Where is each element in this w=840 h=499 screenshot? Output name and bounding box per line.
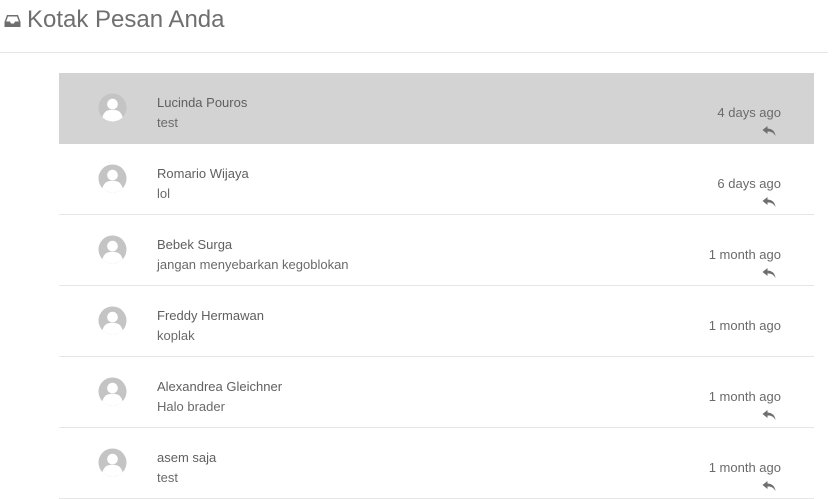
message-preview: test <box>157 115 178 130</box>
message-time: 1 month ago <box>708 460 781 475</box>
page-title: Kotak Pesan Anda <box>27 6 225 33</box>
message-row[interactable]: Alexandrea Gleichner Halo brader 1 month… <box>59 357 814 428</box>
message-sender[interactable]: asem saja <box>157 450 216 466</box>
reply-icon[interactable] <box>762 480 776 492</box>
message-time: 1 month ago <box>708 389 781 404</box>
avatar <box>98 306 127 335</box>
avatar <box>98 448 127 477</box>
message-row[interactable]: Freddy Hermawan koplak 1 month ago <box>59 286 814 357</box>
message-sender[interactable]: Alexandrea Gleichner <box>157 379 282 395</box>
message-row[interactable]: asem saja test 1 month ago <box>59 428 814 499</box>
avatar <box>98 235 127 264</box>
message-preview: lol <box>157 186 171 201</box>
avatar <box>98 164 127 193</box>
page-header: Kotak Pesan Anda <box>0 0 828 53</box>
message-row[interactable]: Lucinda Pouros test 4 days ago <box>59 73 814 144</box>
message-preview: test <box>157 470 178 485</box>
reply-icon[interactable] <box>762 196 776 208</box>
message-preview: Halo brader <box>157 399 225 414</box>
reply-icon[interactable] <box>762 125 776 137</box>
avatar <box>98 93 127 122</box>
message-sender[interactable]: Romario Wijaya <box>157 166 249 182</box>
message-sender[interactable]: Bebek Surga <box>157 237 232 253</box>
message-row[interactable]: Romario Wijaya lol 6 days ago <box>59 144 814 215</box>
avatar <box>98 377 127 406</box>
message-preview: jangan menyebarkan kegoblokan <box>157 257 349 272</box>
message-time: 1 month ago <box>708 318 781 333</box>
message-row[interactable]: Bebek Surga jangan menyebarkan kegobloka… <box>59 215 814 286</box>
message-sender[interactable]: Lucinda Pouros <box>157 95 247 111</box>
message-list: Lucinda Pouros test 4 days ago Romario W… <box>59 73 814 499</box>
message-sender[interactable]: Freddy Hermawan <box>157 308 264 324</box>
reply-icon[interactable] <box>762 409 776 421</box>
message-time: 4 days ago <box>717 105 781 120</box>
message-time: 1 month ago <box>708 247 781 262</box>
inbox-icon <box>4 15 21 27</box>
reply-icon[interactable] <box>762 267 776 279</box>
message-preview: koplak <box>157 328 195 343</box>
message-time: 6 days ago <box>717 176 781 191</box>
